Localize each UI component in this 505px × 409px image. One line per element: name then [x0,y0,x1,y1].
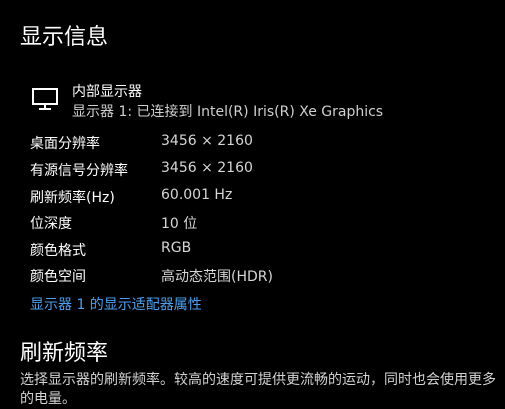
info-row-active-signal-resolution: 有源信号分辨率 3456 × 2160 [0,160,505,186]
info-label: 颜色格式 [30,243,86,259]
refresh-rate-heading: 刷新频率 [20,341,109,366]
info-value: RGB [161,240,192,256]
info-value: 3456 × 2160 [161,160,253,176]
monitor-icon [32,88,58,110]
info-label: 有源信号分辨率 [30,163,128,179]
info-value: 3456 × 2160 [161,133,253,149]
info-label: 颜色空间 [30,269,86,285]
info-row-color-space: 颜色空间 高动态范围(HDR) [0,266,505,292]
info-row-refresh-rate: 刷新频率(Hz) 60.001 Hz [0,187,505,213]
info-label: 桌面分辨率 [30,136,100,152]
display-connection-info: 显示器 1: 已连接到 Intel(R) Iris(R) Xe Graphics [72,104,384,120]
display-info-heading: 显示信息 [20,25,109,50]
info-value: 高动态范围(HDR) [161,269,273,285]
info-value: 10 位 [161,216,198,232]
info-row-bit-depth: 位深度 10 位 [0,213,505,239]
info-label: 位深度 [30,216,72,232]
info-row-color-format: 颜色格式 RGB [0,240,505,266]
display-adapter-properties-link[interactable]: 显示器 1 的显示适配器属性 [30,294,202,314]
info-value: 60.001 Hz [161,187,233,203]
info-label: 刷新频率(Hz) [30,190,115,206]
info-row-desktop-resolution: 桌面分辨率 3456 × 2160 [0,133,505,159]
display-name: 内部显示器 [72,84,142,100]
refresh-rate-description: 选择显示器的刷新频率。较高的速度可提供更流畅的运动，同时也会使用更多的电量。 [20,372,496,407]
